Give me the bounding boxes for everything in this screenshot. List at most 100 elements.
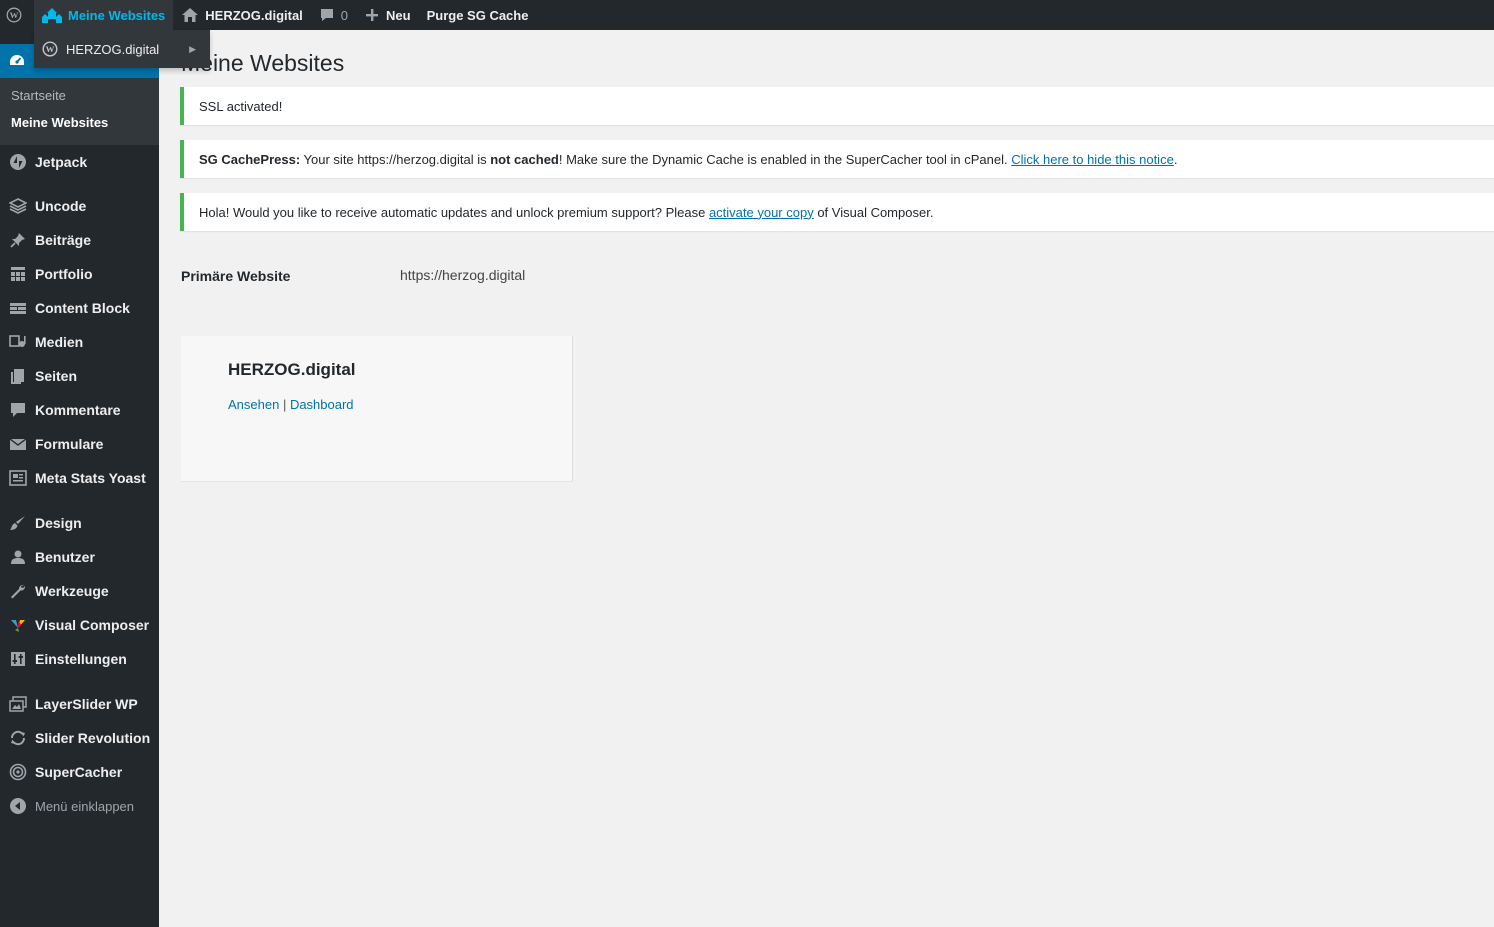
notice-ssl: SSL activated! [180, 87, 1494, 125]
my-sites-menu[interactable]: Meine Websites [34, 0, 174, 30]
notice-vc-text: Hola! Would you like to receive automati… [199, 204, 709, 220]
my-sites-icon [42, 8, 62, 23]
sidebar-item-label: Formulare [35, 436, 104, 452]
sidebar-item-tools[interactable]: Werkzeuge [0, 574, 159, 608]
mail-icon [8, 434, 28, 454]
sidebar-item-label: Design [35, 515, 82, 531]
notice-sg-not-cached: not cached [490, 151, 559, 167]
notice-vc-text-2: of Visual Composer. [813, 204, 934, 220]
dashboard-link[interactable]: Dashboard [290, 397, 354, 412]
sidebar-item-forms[interactable]: Formulare [0, 427, 159, 461]
site-name-menu[interactable]: HERZOG.digital [173, 0, 311, 30]
collapse-menu-label: Menü einklappen [35, 798, 135, 814]
site-card-links: Ansehen | Dashboard [228, 397, 354, 412]
submenu-item-home[interactable]: Startseite [11, 88, 66, 103]
comment-icon [320, 9, 333, 21]
layerslider-icon [8, 694, 28, 714]
sidebar-item-label: Content Block [35, 300, 130, 316]
dashboard-submenu: Startseite Meine Websites [0, 78, 159, 145]
user-icon [8, 547, 28, 567]
layers-icon [8, 196, 28, 216]
admin-sidebar: Startseite Meine Websites Jetpack Uncode… [0, 30, 159, 927]
notice-sg-end: . [1173, 151, 1178, 167]
media-icon [8, 332, 28, 352]
sidebar-item-label: Slider Revolution [35, 730, 151, 746]
sidebar-item-settings[interactable]: Einstellungen [0, 642, 159, 676]
stats-icon [8, 468, 28, 488]
content-block-icon [8, 298, 28, 318]
primary-site-label: Primäre Website [181, 268, 291, 284]
comment-icon [8, 400, 28, 420]
notice-sg-text-2: ! Make sure the Dynamic Cache is enabled… [558, 151, 1012, 167]
sidebar-item-label: Jetpack [35, 154, 88, 170]
wordpress-icon: W [42, 41, 58, 57]
purge-label: Purge SG Cache [426, 7, 529, 23]
sidebar-item-content-block[interactable]: Content Block [0, 291, 159, 325]
sidebar-item-users[interactable]: Benutzer [0, 540, 159, 574]
jetpack-icon [8, 152, 28, 172]
sidebar-item-label: Meta Stats Yoast [35, 470, 146, 486]
refresh-icon [8, 728, 28, 748]
dropdown-site-label: HERZOG.digital [66, 41, 160, 57]
site-card-name: HERZOG.digital [228, 360, 356, 379]
sidebar-item-label: Seiten [35, 368, 78, 384]
sidebar-item-media[interactable]: Medien [0, 325, 159, 359]
dashboard-icon [10, 55, 24, 65]
sidebar-item-label: Portfolio [35, 266, 93, 282]
wrench-icon [8, 581, 28, 601]
view-site-link[interactable]: Ansehen [228, 397, 279, 412]
sidebar-item-pages[interactable]: Seiten [0, 359, 159, 393]
wordpress-icon: W [6, 7, 22, 23]
collapse-menu-button[interactable]: Menü einklappen [0, 789, 159, 823]
pin-icon [8, 230, 28, 250]
sidebar-item-label: Medien [35, 334, 84, 350]
visual-composer-icon [8, 615, 28, 635]
pages-icon [8, 366, 28, 386]
hide-notice-link[interactable]: Click here to hide this notice [1011, 152, 1174, 167]
notice-visual-composer: Hola! Would you like to receive automati… [180, 193, 1494, 231]
sidebar-item-portfolio[interactable]: Portfolio [0, 257, 159, 291]
main-content: Meine Websites SSL activated! SG CachePr… [159, 30, 1494, 927]
submenu-item-my-sites[interactable]: Meine Websites [11, 115, 108, 130]
sidebar-item-label: Benutzer [35, 549, 95, 565]
my-sites-dropdown-item[interactable]: W HERZOG.digital ▶ [34, 30, 210, 68]
sidebar-item-label: Visual Composer [35, 617, 150, 633]
sidebar-item-comments[interactable]: Kommentare [0, 393, 159, 427]
site-name-label: HERZOG.digital [205, 7, 303, 23]
home-icon [182, 8, 199, 22]
sidebar-item-supercacher[interactable]: SuperCacher [0, 755, 159, 789]
new-label: Neu [386, 7, 411, 23]
plus-icon [366, 9, 379, 21]
chevron-right-icon: ▶ [189, 43, 196, 54]
primary-site-value: https://herzog.digital [400, 267, 526, 283]
notice-ssl-text: SSL activated! [199, 98, 283, 114]
activate-copy-link[interactable]: activate your copy [709, 205, 814, 220]
sidebar-item-uncode[interactable]: Uncode [0, 189, 159, 223]
sidebar-item-label: Einstellungen [35, 651, 127, 667]
svg-text:W: W [10, 10, 19, 20]
sidebar-item-posts[interactable]: Beiträge [0, 223, 159, 257]
link-separator: | [279, 397, 290, 412]
my-sites-label: Meine Websites [68, 7, 166, 23]
new-content-button[interactable]: Neu [356, 0, 419, 30]
sidebar-item-visual-composer[interactable]: Visual Composer [0, 608, 159, 642]
comments-button[interactable]: 0 [311, 0, 356, 30]
site-card: HERZOG.digital Ansehen | Dashboard [181, 336, 573, 482]
notice-sg-cachepress: SG CachePress: Your site https://herzog.… [180, 140, 1494, 178]
portfolio-icon [8, 264, 28, 284]
sidebar-item-label: Beiträge [35, 232, 92, 248]
admin-bar: W Meine Websites HERZOG.digital 0 Neu Pu… [0, 0, 1494, 30]
sidebar-item-meta-stats[interactable]: Meta Stats Yoast [0, 461, 159, 495]
notice-sg-text: Your site https://herzog.digital is [300, 151, 491, 167]
sidebar-item-layerslider[interactable]: LayerSlider WP [0, 687, 159, 721]
sidebar-item-label: Kommentare [35, 402, 121, 418]
wp-logo-button[interactable]: W [0, 0, 34, 30]
sidebar-item-design[interactable]: Design [0, 506, 159, 540]
svg-text:W: W [46, 44, 55, 54]
sidebar-item-jetpack[interactable]: Jetpack [0, 145, 159, 179]
collapse-arrow-icon [8, 796, 28, 816]
sidebar-item-label: Werkzeuge [35, 583, 109, 599]
purge-cache-button[interactable]: Purge SG Cache [419, 0, 537, 30]
supercacher-icon [8, 762, 28, 782]
sidebar-item-slider-revolution[interactable]: Slider Revolution [0, 721, 159, 755]
